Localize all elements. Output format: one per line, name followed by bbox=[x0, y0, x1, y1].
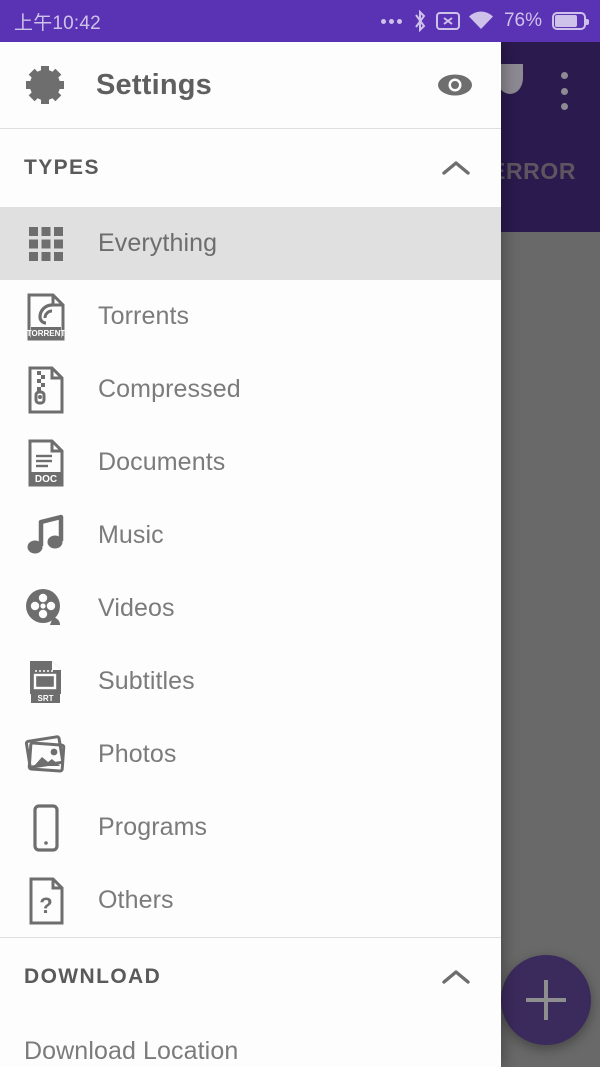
svg-text:TORRENT: TORRENT bbox=[27, 329, 66, 338]
no-sim-icon bbox=[435, 11, 460, 31]
sidebar-item-label: Programs bbox=[98, 813, 208, 841]
sidebar-item-label: Torrents bbox=[98, 302, 190, 330]
section-header-types[interactable]: TYPES bbox=[0, 129, 501, 207]
plus-icon bbox=[526, 980, 566, 1020]
torrent-file-icon: TORRENT bbox=[22, 293, 70, 341]
bluetooth-icon bbox=[412, 9, 428, 33]
sidebar-item-label: Compressed bbox=[98, 375, 241, 403]
photos-icon bbox=[22, 731, 70, 779]
grid-icon bbox=[22, 220, 70, 268]
music-note-icon bbox=[22, 512, 70, 560]
phone-icon bbox=[22, 803, 70, 852]
sidebar-item-subtitles[interactable]: SRT Subtitles bbox=[0, 645, 501, 718]
sidebar-item-label: Others bbox=[98, 886, 174, 914]
svg-text:SRT: SRT bbox=[38, 694, 54, 703]
sidebar-item-programs[interactable]: Programs bbox=[0, 791, 501, 864]
sidebar-item-label: Music bbox=[98, 521, 164, 549]
sidebar-item-download-location[interactable]: Download Location bbox=[0, 1016, 501, 1067]
srt-file-icon: SRT bbox=[22, 658, 70, 706]
doc-file-icon: DOC bbox=[22, 439, 70, 487]
sidebar-item-documents[interactable]: DOC Documents bbox=[0, 426, 501, 499]
zip-file-icon bbox=[22, 366, 70, 414]
svg-text:DOC: DOC bbox=[35, 474, 57, 485]
status-bar-clock: 上午10:42 bbox=[14, 12, 101, 34]
page-title: Settings bbox=[96, 68, 212, 101]
sidebar-item-compressed[interactable]: Compressed bbox=[0, 353, 501, 426]
sidebar-item-label: Everything bbox=[98, 229, 218, 257]
wifi-icon bbox=[468, 11, 494, 31]
sidebar-item-label: Subtitles bbox=[98, 667, 195, 695]
more-dots-icon bbox=[380, 18, 402, 24]
chevron-up-icon[interactable] bbox=[439, 157, 473, 179]
tab-error[interactable]: ERROR bbox=[490, 158, 576, 185]
sidebar-item-others[interactable]: ? Others bbox=[0, 864, 501, 937]
sidebar-item-label: Download Location bbox=[24, 1036, 239, 1065]
status-bar: 上午10:42 76% bbox=[0, 0, 600, 42]
battery-percent: 76% bbox=[503, 10, 542, 31]
sidebar-item-torrents[interactable]: TORRENT Torrents bbox=[0, 280, 501, 353]
chevron-up-icon[interactable] bbox=[439, 966, 473, 988]
film-reel-icon bbox=[22, 585, 70, 633]
add-fab[interactable] bbox=[501, 955, 591, 1045]
section-header-download[interactable]: DOWNLOAD bbox=[0, 938, 501, 1016]
section-title-download: DOWNLOAD bbox=[24, 965, 162, 988]
status-bar-icons: 76% bbox=[380, 9, 589, 33]
section-title-types: TYPES bbox=[24, 156, 100, 179]
overflow-menu-icon[interactable] bbox=[556, 72, 572, 110]
unknown-file-icon: ? bbox=[22, 877, 70, 925]
gear-icon bbox=[22, 62, 68, 108]
sidebar-item-photos[interactable]: Photos bbox=[0, 718, 501, 791]
drawer-header: Settings bbox=[0, 42, 501, 128]
screen: ERROR 上午10:42 76% Settings TYPES Everyth… bbox=[0, 0, 600, 1067]
sidebar-item-label: Videos bbox=[98, 594, 175, 622]
sidebar-item-label: Photos bbox=[98, 740, 177, 768]
settings-drawer: Settings TYPES Everything TORRENT Torren… bbox=[0, 42, 501, 1067]
eye-icon[interactable] bbox=[435, 71, 475, 99]
svg-text:?: ? bbox=[39, 893, 52, 918]
battery-icon bbox=[552, 12, 589, 30]
sidebar-item-label: Documents bbox=[98, 448, 226, 476]
sidebar-item-videos[interactable]: Videos bbox=[0, 572, 501, 645]
sidebar-item-music[interactable]: Music bbox=[0, 499, 501, 572]
sidebar-item-everything[interactable]: Everything bbox=[0, 207, 501, 280]
